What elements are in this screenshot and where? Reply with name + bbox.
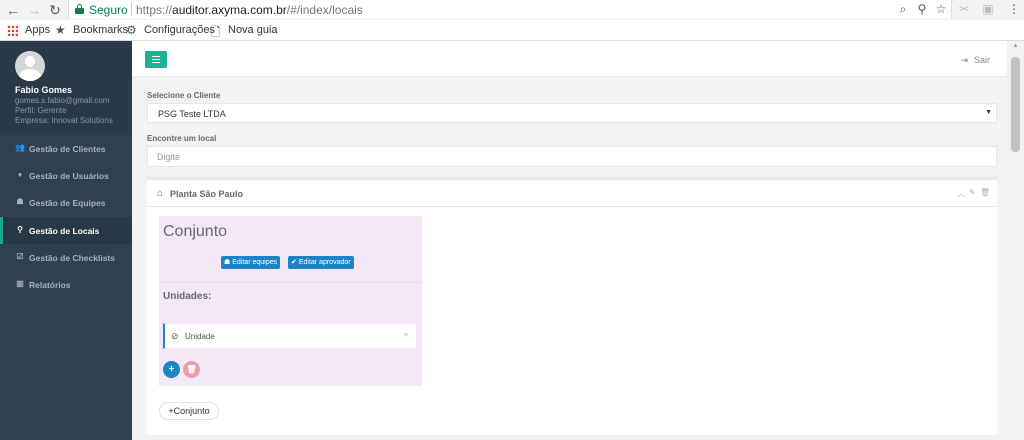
search-label: Encontre um local	[147, 134, 217, 143]
extension-icon[interactable]: ✂	[956, 2, 972, 16]
sidebar-item-usuarios[interactable]: ♦ Gestão de Usuários	[0, 162, 132, 189]
sidebar-item-equipes[interactable]: ☗ Gestão de Equipes	[0, 189, 132, 216]
trash-icon[interactable]: 🗑	[980, 188, 990, 197]
client-select[interactable]: PSG Teste LTDA ▼	[147, 103, 997, 123]
sidebar-item-label: Relatórios	[29, 280, 71, 290]
browser-address-bar: ← → ↻ Seguro https://auditor.axyma.com.b…	[0, 0, 1024, 20]
set-card: Conjunto ☗ Editar equipes ✔ Editar aprov…	[159, 216, 422, 386]
sidebar-item-label: Gestão de Equipes	[29, 198, 106, 208]
logout-link[interactable]: ⇥ Sair	[960, 55, 990, 66]
url-separator	[131, 2, 132, 16]
lock-icon	[75, 4, 84, 14]
units-heading: Unidades:	[163, 291, 212, 302]
zoom-icon[interactable]: ⌕	[895, 2, 911, 17]
back-icon[interactable]: ←	[4, 1, 22, 19]
apps-grid-icon	[7, 25, 18, 36]
location-title: Planta São Paulo	[170, 189, 244, 199]
star-bookmark-icon[interactable]: ☆	[933, 2, 949, 16]
set-title: Conjunto	[163, 223, 228, 240]
delete-set-button[interactable]: 🗑	[183, 361, 200, 378]
bookmark-configuracoes[interactable]: Configurações	[144, 24, 215, 36]
bookmark-nova-guia[interactable]: Nova guia	[228, 24, 278, 36]
secure-label: Seguro	[89, 3, 128, 17]
profile-email: gomes.s.fabio@gmail.com	[15, 96, 110, 105]
scrollbar-thumb[interactable]	[1011, 57, 1020, 152]
hamburger-icon	[152, 56, 160, 63]
trash-icon: 🗑	[186, 365, 197, 374]
main-content: ⇥ Sair Selecione o Cliente PSG Teste LTDA…	[132, 41, 1007, 440]
sidebar-item-checklists[interactable]: ☑ Gestão de Checklists	[0, 244, 132, 271]
star-icon: ★	[55, 23, 66, 37]
sidebar-item-clientes[interactable]: 👥 Gestão de Clientes	[0, 135, 132, 162]
sidebar: Fabio Gomes gomes.s.fabio@gmail.com Perf…	[0, 41, 132, 440]
edit-approver-button[interactable]: ✔ Editar aprovador	[288, 256, 354, 269]
user-icon: ♦	[17, 170, 23, 179]
ban-icon: ⊘	[171, 331, 179, 341]
sidebar-item-relatorios[interactable]: ▥ Relatórios	[0, 271, 132, 298]
url-field[interactable]: Seguro https://auditor.axyma.com.br/#/in…	[68, 0, 952, 19]
bar-chart-icon: ▥	[16, 279, 24, 288]
edit-pencil-icon[interactable]: ✎	[969, 188, 976, 197]
pin-icon[interactable]: ⚲	[914, 2, 930, 16]
plus-icon: +	[168, 364, 175, 375]
bookmark-bookmarks[interactable]: Bookmarks	[73, 24, 128, 36]
drag-handle-icon[interactable]: ≡	[404, 332, 408, 339]
profile-extension-icon[interactable]: ▣	[980, 2, 996, 16]
team-icon: ☗	[16, 197, 24, 206]
reload-icon[interactable]: ↻	[46, 1, 64, 19]
url-text: https://auditor.axyma.com.br/#/index/loc…	[136, 3, 363, 17]
bookmarks-bar: Apps ★ Bookmarks ⚙ Configurações 🗋 Nova …	[0, 20, 1024, 41]
forward-icon[interactable]: →	[25, 1, 43, 19]
gear-icon: ⚙	[126, 23, 137, 37]
list-item[interactable]: ⊘ Unidade ≡	[163, 323, 416, 349]
profile-role: Perfil: Gerente	[15, 106, 67, 115]
team-icon: ☗	[224, 259, 231, 266]
search-placeholder: Digite	[157, 152, 181, 162]
sidebar-item-label: Gestão de Locais	[29, 226, 100, 236]
menu-toggle-button[interactable]	[145, 51, 167, 68]
add-unit-button[interactable]: +	[163, 361, 180, 378]
location-panel-header: ⌂ Planta São Paulo ︿ ✎ 🗑	[147, 180, 997, 207]
menu-dots-icon[interactable]: ⋮	[1006, 2, 1022, 16]
collapse-icon[interactable]: ︿	[957, 188, 965, 199]
client-select-value: PSG Teste LTDA	[158, 109, 226, 119]
sidebar-item-label: Gestão de Clientes	[29, 144, 106, 154]
edit-teams-button[interactable]: ☗ Editar equipes	[221, 256, 280, 269]
sidebar-item-label: Gestão de Usuários	[29, 171, 109, 181]
bookmark-apps[interactable]: Apps	[25, 24, 50, 36]
caret-down-icon: ▼	[985, 109, 992, 116]
scroll-up-icon[interactable]: ▲	[1007, 43, 1024, 49]
location-panel: ⌂ Planta São Paulo ︿ ✎ 🗑 Conjunto ☗ Edit…	[147, 177, 997, 435]
profile-name[interactable]: Fabio Gomes	[15, 85, 72, 95]
sidebar-item-locais[interactable]: ⚲ Gestão de Locais	[0, 217, 132, 244]
users-icon: 👥	[15, 143, 25, 152]
top-navbar: ⇥ Sair	[132, 41, 1007, 77]
home-icon: ⌂	[157, 188, 164, 199]
search-input[interactable]: Digite	[147, 146, 997, 167]
add-set-button[interactable]: +Conjunto	[159, 402, 219, 420]
sidebar-item-label: Gestão de Checklists	[29, 253, 115, 263]
profile-panel: Fabio Gomes gomes.s.fabio@gmail.com Perf…	[0, 41, 132, 135]
checklist-icon: ☑	[16, 252, 24, 261]
map-marker-icon: ⚲	[17, 225, 23, 234]
client-select-label: Selecione o Cliente	[147, 91, 221, 100]
scrollbar[interactable]: ▲	[1007, 41, 1024, 440]
profile-company: Empresa: Innovat Solutions	[15, 116, 113, 125]
unit-label: Unidade	[185, 332, 215, 341]
avatar[interactable]	[15, 51, 45, 81]
check-icon: ✔	[291, 259, 297, 266]
card-divider	[159, 282, 422, 283]
sign-out-icon: ⇥	[960, 55, 968, 65]
logout-label: Sair	[973, 55, 990, 65]
